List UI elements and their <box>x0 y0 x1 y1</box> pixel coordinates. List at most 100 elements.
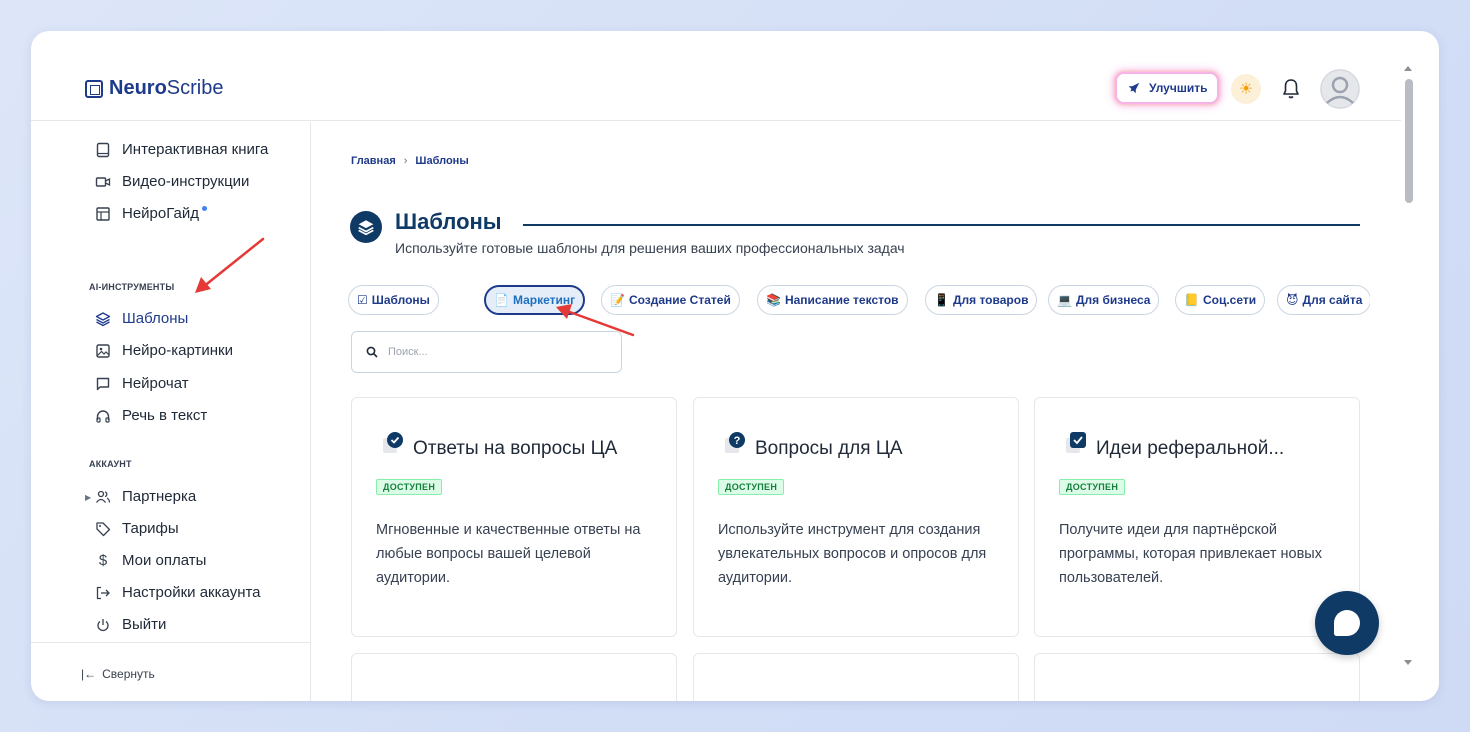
template-card[interactable] <box>351 653 677 701</box>
image-icon <box>96 343 110 358</box>
tag-icon <box>96 521 111 536</box>
scroll-down-icon[interactable] <box>1404 660 1412 665</box>
chat-support-button[interactable] <box>1315 591 1379 655</box>
sidebar-item-payments[interactable]: $ Мои оплаты <box>95 552 207 569</box>
caret-right-icon[interactable]: ▶ <box>85 493 91 502</box>
scroll-up-icon[interactable] <box>1404 66 1412 71</box>
top-bar: NeuroScribe Улучшить ☀ <box>31 31 1401 121</box>
scrollbar[interactable] <box>1401 61 1415 671</box>
sidebar-item-guide[interactable]: НейроГайд <box>95 205 207 222</box>
sidebar-item-book[interactable]: Интерактивная книга <box>95 141 268 158</box>
sidebar-item-label: Шаблоны <box>122 310 189 327</box>
user-icon <box>1320 69 1360 109</box>
chip-texts[interactable]: 📚 Написание текстов <box>757 285 908 315</box>
logo[interactable]: NeuroScribe <box>85 77 224 100</box>
collapse-icon: |← <box>81 667 97 681</box>
sidebar-item-speech[interactable]: Речь в текст <box>95 407 207 424</box>
layers-icon <box>95 311 111 326</box>
status-badge: ДОСТУПЕН <box>718 479 785 495</box>
logo-light: Scribe <box>166 77 224 99</box>
scroll-thumb[interactable] <box>1405 79 1413 203</box>
chevron-right-icon: › <box>403 155 408 167</box>
chip-label: Для сайта <box>1302 293 1363 307</box>
chip-business[interactable]: 💻 Для бизнеса <box>1048 285 1160 315</box>
breadcrumb-home[interactable]: Главная <box>351 155 396 167</box>
sidebar-item-chat[interactable]: Нейрочат <box>95 375 189 392</box>
search-input[interactable] <box>388 346 588 358</box>
page-subtitle: Используйте готовые шаблоны для решения … <box>395 240 905 256</box>
theme-toggle-button[interactable]: ☀ <box>1231 74 1261 104</box>
sidebar-item-images[interactable]: Нейро-картинки <box>95 342 233 359</box>
sidebar-item-label: Выйти <box>122 616 167 633</box>
new-indicator-dot <box>202 206 207 211</box>
phone-icon: 📱 <box>934 293 949 307</box>
sidebar-item-label: НейроГайд <box>122 205 199 222</box>
svg-text:?: ? <box>734 435 741 447</box>
chip-site[interactable]: 😈 Для сайта <box>1277 285 1370 315</box>
card-title: Ответы на вопросы ЦА <box>413 438 618 459</box>
chip-articles[interactable]: 📝 Создание Статей <box>601 285 740 315</box>
sidebar-item-logout[interactable]: Выйти <box>95 616 166 633</box>
chip-label: Маркетинг <box>512 293 576 307</box>
status-badge: ДОСТУПЕН <box>1059 479 1126 495</box>
sidebar-item-label: Интерактивная книга <box>122 141 269 158</box>
chip-templates[interactable]: ☑ Шаблоны <box>348 285 439 315</box>
dollar-icon: $ <box>98 552 108 569</box>
sidebar-item-label: Партнерка <box>122 488 197 505</box>
check-box-icon <box>1066 432 1086 453</box>
collapse-label: Свернуть <box>102 667 155 681</box>
card-title: Вопросы для ЦА <box>755 438 903 459</box>
video-icon <box>95 176 111 187</box>
template-card[interactable]: Идеи реферальной... ДОСТУПЕН Получите ид… <box>1034 397 1360 637</box>
chat-icon <box>96 377 110 390</box>
notebook-icon: 📒 <box>1184 293 1199 307</box>
sidebar-item-settings[interactable]: Настройки аккаунта <box>95 584 261 601</box>
upgrade-button[interactable]: Улучшить <box>1115 72 1220 104</box>
sidebar-item-label: Тарифы <box>122 520 179 537</box>
sidebar-item-templates[interactable]: Шаблоны <box>95 310 188 327</box>
card-description: Мгновенные и качественные ответы на любы… <box>376 522 641 586</box>
logo-bold: Neuro <box>109 77 167 99</box>
checkbox-icon: ☑ <box>357 293 368 307</box>
bell-icon[interactable] <box>1281 77 1301 101</box>
chip-products[interactable]: 📱 Для товаров <box>925 285 1038 315</box>
collapse-button[interactable]: |← Свернуть <box>81 667 155 681</box>
sidebar-item-label: Речь в текст <box>122 407 208 424</box>
section-title-ai: AI-ИНСТРУМЕНТЫ <box>89 282 175 292</box>
chip-label: Написание текстов <box>784 293 899 307</box>
chip-marketing[interactable]: 📄 Маркетинг <box>484 285 586 315</box>
check-circle-icon <box>383 432 403 453</box>
title-divider <box>523 224 1360 226</box>
devil-icon: 😈 <box>1286 293 1299 307</box>
chip-social[interactable]: 📒 Соц.сети <box>1175 285 1266 315</box>
template-card[interactable]: ? Вопросы для ЦА ДОСТУПЕН Используйте ин… <box>693 397 1019 637</box>
sidebar-item-tariffs[interactable]: Тарифы <box>95 520 179 537</box>
section-title-account: АККАУНТ <box>89 459 132 469</box>
avatar[interactable] <box>1320 69 1360 109</box>
login-icon <box>96 586 110 599</box>
logo-icon <box>85 79 103 98</box>
chip-label: Шаблоны <box>371 293 430 307</box>
search-icon <box>366 346 378 358</box>
stack-icon <box>350 211 382 243</box>
book-icon <box>96 142 110 157</box>
question-circle-icon: ? <box>725 432 745 453</box>
rocket-icon <box>1128 82 1140 94</box>
template-card[interactable] <box>1034 653 1360 701</box>
template-card[interactable] <box>693 653 1019 701</box>
chip-label: Соц.сети <box>1202 293 1257 307</box>
laptop-icon: 💻 <box>1057 293 1072 307</box>
sidebar-item-partners[interactable]: Партнерка <box>95 488 196 505</box>
sidebar-divider <box>31 642 311 643</box>
memo-icon: 📝 <box>610 293 625 307</box>
template-card[interactable]: Ответы на вопросы ЦА ДОСТУПЕН Мгновенные… <box>351 397 677 637</box>
app-window: NeuroScribe Улучшить ☀ Интерактивная кни… <box>31 31 1439 701</box>
sidebar: Интерактивная книга Видео-инструкции Ней… <box>31 122 311 701</box>
sidebar-item-video[interactable]: Видео-инструкции <box>95 173 249 190</box>
status-badge: ДОСТУПЕН <box>376 479 443 495</box>
users-icon <box>95 490 111 503</box>
chip-label: Для товаров <box>952 293 1029 307</box>
breadcrumb: Главная › Шаблоны <box>351 155 469 167</box>
breadcrumb-current: Шаблоны <box>415 155 469 167</box>
search-box <box>351 331 622 373</box>
